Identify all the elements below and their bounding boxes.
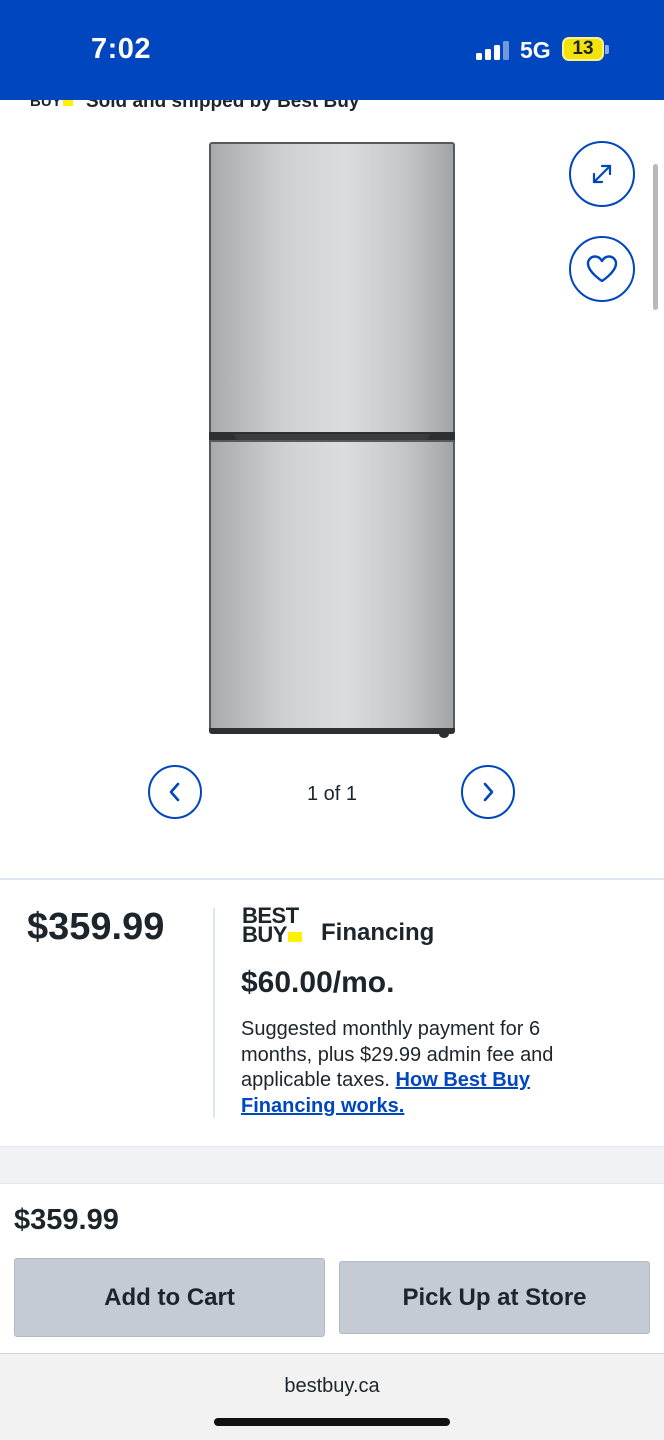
chevron-left-icon xyxy=(169,782,180,802)
network-label: 5G xyxy=(520,37,551,63)
fridge-base xyxy=(209,728,455,734)
signal-icon xyxy=(476,40,509,60)
vertical-divider xyxy=(213,908,215,1118)
expand-icon xyxy=(592,164,612,184)
financing-label: Financing xyxy=(321,919,435,946)
seller-text: Sold and shipped by Best Buy xyxy=(86,100,360,112)
pick-up-at-store-button[interactable]: Pick Up at Store xyxy=(339,1261,650,1334)
battery-nub xyxy=(605,45,609,54)
product-gallery: 1 of 1 xyxy=(0,112,664,878)
product-price: $359.99 xyxy=(27,906,165,948)
fridge-foot xyxy=(439,730,449,738)
previous-image-button[interactable] xyxy=(148,765,202,819)
seller-logo: BUY xyxy=(30,100,73,110)
battery-icon: 13 xyxy=(562,37,604,61)
status-time: 7:02 xyxy=(91,33,152,65)
financing-description: Suggested monthly payment for 6 months, … xyxy=(241,1017,601,1119)
battery-level: 13 xyxy=(572,38,594,59)
sticky-price: $359.99 xyxy=(14,1204,119,1236)
divider xyxy=(0,878,664,880)
expand-button[interactable] xyxy=(569,141,635,207)
browser-url-bar[interactable]: bestbuy.ca xyxy=(0,1353,664,1440)
section-separator xyxy=(0,1146,664,1184)
wishlist-button[interactable] xyxy=(569,236,635,302)
monthly-payment: $60.00/mo. xyxy=(241,966,395,999)
chevron-right-icon xyxy=(483,782,494,802)
scrollbar[interactable] xyxy=(653,164,658,310)
seller-strip: BUY Sold and shipped by Best Buy xyxy=(0,100,664,112)
home-indicator[interactable] xyxy=(214,1418,450,1426)
add-to-cart-button[interactable]: Add to Cart xyxy=(14,1258,325,1337)
status-bar: 7:02 5G 13 xyxy=(0,0,664,100)
next-image-button[interactable] xyxy=(461,765,515,819)
product-image[interactable] xyxy=(209,142,455,738)
heart-icon xyxy=(586,255,618,283)
best-buy-logo: BEST BUY xyxy=(242,905,302,946)
logo-line-buy: BUY xyxy=(242,924,302,946)
image-counter: 1 of 1 xyxy=(306,783,358,805)
url-text[interactable]: bestbuy.ca xyxy=(0,1375,664,1398)
fridge-bottom-door xyxy=(209,440,455,730)
fridge-top-door xyxy=(209,142,455,434)
